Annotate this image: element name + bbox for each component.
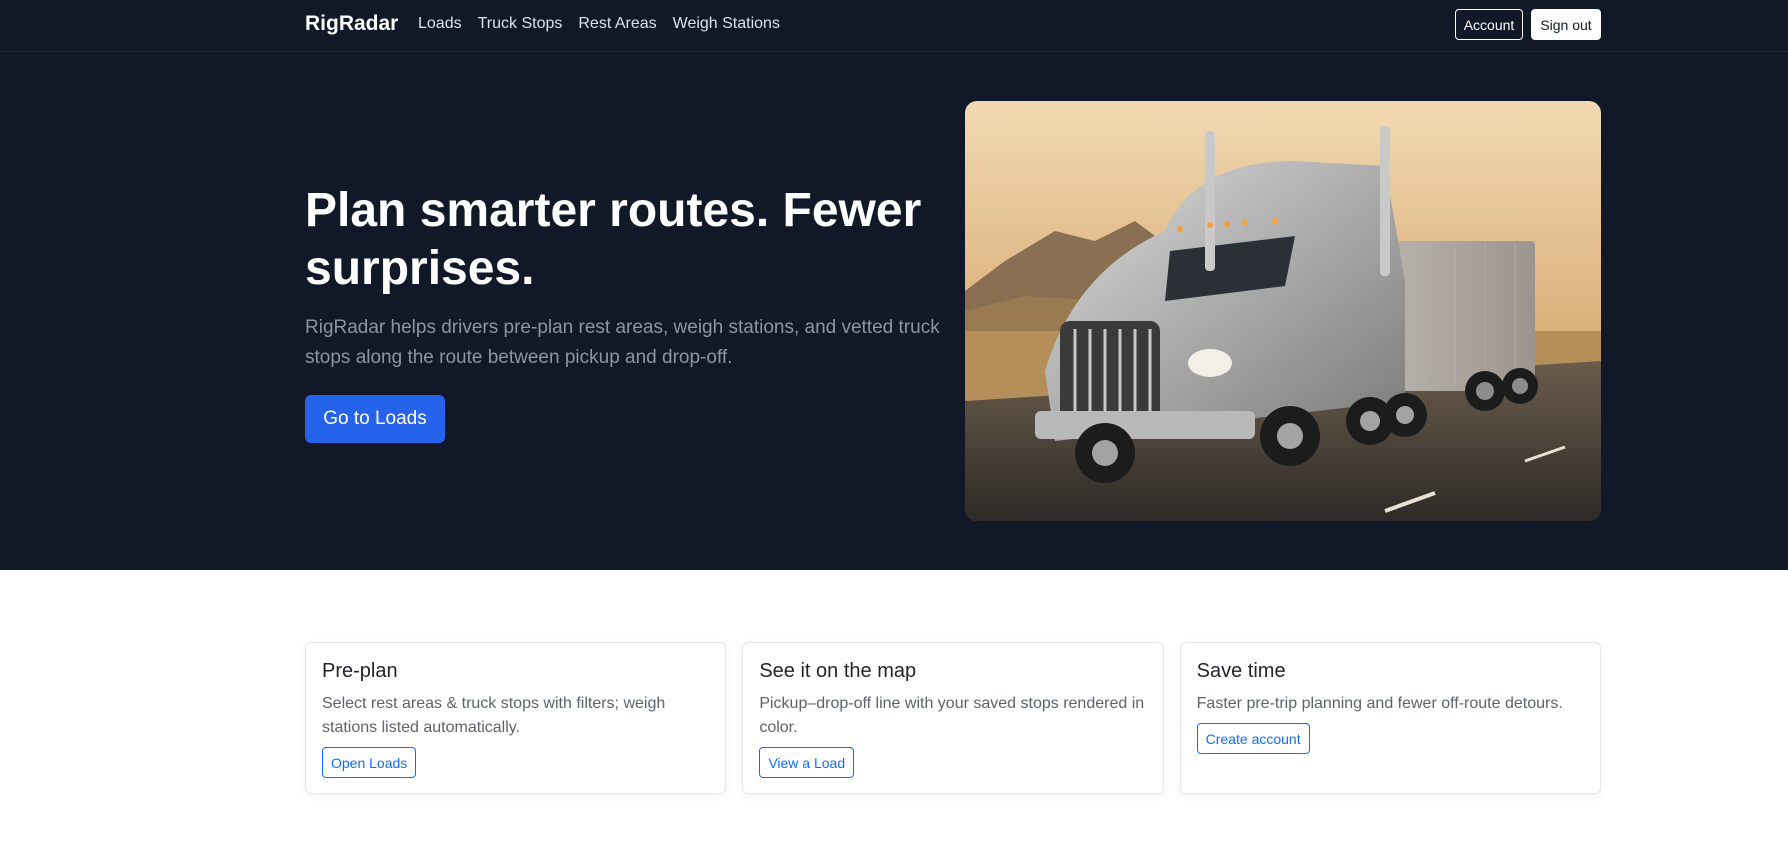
feature-card-save-time: Save time Faster pre-trip planning and f… (1179, 642, 1601, 794)
feature-card-pre-plan: Pre-plan Select rest areas & truck stops… (305, 642, 727, 794)
nav-link-loads[interactable]: Loads (418, 15, 462, 33)
feature-card-map: See it on the map Pickup–drop-off line w… (742, 642, 1164, 794)
nav-link-rest-areas[interactable]: Rest Areas (578, 15, 656, 33)
top-navbar: RigRadar Loads Truck Stops Rest Areas We… (0, 0, 1788, 52)
semi-truck-photo (965, 101, 1601, 521)
card-title: Pre-plan (322, 660, 398, 682)
truck-illustration (965, 101, 1601, 521)
features-section: Pre-plan Select rest areas & truck stops… (305, 642, 1601, 794)
card-text: Pickup–drop-off line with your saved sto… (759, 695, 1145, 736)
brand-logo[interactable]: RigRadar (305, 12, 398, 36)
hero-subtitle: RigRadar helps drivers pre-plan rest are… (305, 317, 940, 368)
hero-title: Plan smarter routes. Fewer surprises. (305, 184, 922, 295)
nav-links: Loads Truck Stops Rest Areas Weigh Stati… (418, 15, 780, 33)
nav-link-weigh-stations[interactable]: Weigh Stations (673, 15, 780, 33)
card-text: Select rest areas & truck stops with fil… (322, 695, 666, 736)
card-title: See it on the map (759, 660, 917, 682)
account-button[interactable]: Account (1455, 9, 1523, 40)
go-to-loads-button[interactable]: Go to Loads (305, 395, 445, 443)
card-text: Faster pre-trip planning and fewer off-r… (1196, 695, 1563, 712)
create-account-button[interactable]: Create account (1196, 723, 1310, 754)
open-loads-button[interactable]: Open Loads (322, 747, 417, 778)
sign-out-button[interactable]: Sign out (1531, 9, 1601, 40)
hero-section: Plan smarter routes. Fewer surprises. Ri… (0, 52, 1788, 570)
card-title: Save time (1196, 660, 1286, 682)
view-load-button[interactable]: View a Load (759, 747, 855, 778)
nav-link-truck-stops[interactable]: Truck Stops (478, 15, 563, 33)
